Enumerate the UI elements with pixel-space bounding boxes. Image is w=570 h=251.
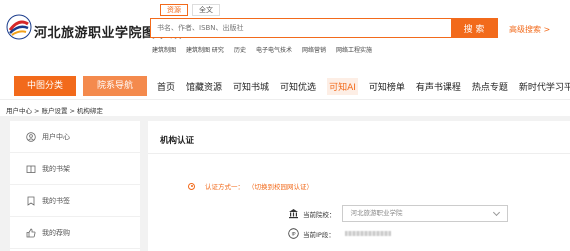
hot-tag[interactable]: 电子电气技术 (256, 45, 292, 54)
nav-item-learning-platform[interactable]: 新时代学习平台 (519, 80, 570, 93)
breadcrumb-separator: > (69, 107, 75, 115)
hot-tag[interactable]: 网络工程实施 (336, 45, 372, 54)
auth-method-label: 认证方式一： (205, 183, 244, 191)
sidebar-item-label: 我的荐购 (42, 228, 70, 237)
search-tabs: 资源 全文 (160, 4, 224, 18)
nav-item-bookstore[interactable]: 可知书城 (233, 80, 269, 93)
hot-tag[interactable]: 建筑制图 研究 (186, 45, 224, 54)
nav-item-home[interactable]: 首页 (157, 80, 175, 93)
panel-title: 机构认证 (160, 136, 195, 146)
hot-tag[interactable]: 网络营销 (302, 45, 326, 54)
chevron-down-icon (492, 208, 500, 217)
ip-field-row: IP 当前IP段： (288, 228, 391, 239)
nav-item-ai[interactable]: 可知AI (327, 77, 358, 95)
nav-item-rankings[interactable]: 可知榜单 (369, 80, 405, 93)
hot-tag[interactable]: 历史 (234, 45, 246, 54)
sidebar-item-bookmarks[interactable]: 我的书签 (10, 185, 140, 217)
breadcrumb-user-center[interactable]: 用户中心 (6, 107, 32, 115)
search-button[interactable]: 搜 索 (451, 19, 497, 37)
sidebar-item-recommendations[interactable]: 我的荐购 (10, 217, 140, 249)
user-circle-icon (26, 131, 36, 142)
sidebar: 用户中心 我的书架 我的书签 我的荐购 (10, 121, 140, 251)
thumbs-up-icon (26, 228, 36, 237)
nav-item-collection[interactable]: 馆藏资源 (186, 80, 222, 93)
book-open-icon (26, 165, 36, 173)
nav-item-audiobooks[interactable]: 有声书课程 (416, 80, 461, 93)
hot-tag[interactable]: 建筑制图 (152, 45, 176, 54)
ip-label: 当前IP段： (303, 230, 335, 239)
nav-item-topics[interactable]: 热点专题 (472, 80, 508, 93)
main-nav: 中图分类 院系导航 首页 馆藏资源 可知书城 可知优选 可知AI 可知榜单 有声… (0, 72, 570, 100)
auth-method-radio[interactable] (188, 182, 195, 190)
school-label: 当前院校： (303, 210, 336, 219)
institution-icon (289, 209, 298, 219)
sidebar-item-label: 我的书签 (42, 196, 70, 205)
advanced-search-link[interactable]: 高级搜索 > (509, 24, 550, 35)
school-select[interactable]: 河北旅游职业学院 (341, 205, 508, 222)
sidebar-item-label: 用户中心 (42, 132, 70, 141)
breadcrumb-institution-binding: 机构绑定 (76, 107, 103, 115)
ip-icon: IP (288, 228, 299, 239)
nav-item-selection[interactable]: 可知优选 (280, 80, 316, 93)
school-field-row: 当前院校： 河北旅游职业学院 (288, 205, 508, 222)
breadcrumb-account-settings[interactable]: 账户设置 (41, 107, 67, 115)
nav-items: 首页 馆藏资源 可知书城 可知优选 可知AI 可知榜单 有声书课程 热点专题 新… (157, 72, 570, 100)
svg-text:IP: IP (291, 231, 295, 237)
breadcrumb-separator: > (34, 107, 40, 115)
ip-value-redacted (344, 231, 391, 236)
hot-search-tags: 建筑制图 建筑制图 研究 历史 电子电气技术 网络营销 网络工程实施 (152, 45, 382, 54)
nav-category-clc[interactable]: 中图分类 (14, 76, 76, 96)
bookmark-icon (27, 196, 35, 206)
breadcrumb: 用户中心 > 账户设置 > 机构绑定 (6, 105, 103, 115)
sidebar-item-bookshelf[interactable]: 我的书架 (10, 153, 140, 185)
search-box: 搜 索 (150, 18, 498, 38)
auth-method-row: 认证方式一： （切换到校园网认证） (188, 181, 313, 191)
library-logo[interactable] (6, 14, 32, 40)
switch-to-campus-network-link[interactable]: （切换到校园网认证） (248, 181, 313, 191)
nav-category-departments[interactable]: 院系导航 (83, 76, 147, 96)
institution-auth-panel: 机构认证 认证方式一： （切换到校园网认证） 当前院校： 河北旅游职业学院 IP… (148, 121, 570, 251)
search-tab-resources[interactable]: 资源 (160, 4, 188, 16)
search-input[interactable] (151, 19, 451, 37)
sidebar-item-user-center[interactable]: 用户中心 (10, 121, 140, 153)
school-select-value: 河北旅游职业学院 (350, 209, 403, 217)
panel-divider (148, 153, 570, 154)
search-tab-fulltext[interactable]: 全文 (192, 4, 220, 16)
sidebar-item-label: 我的书架 (42, 164, 70, 173)
